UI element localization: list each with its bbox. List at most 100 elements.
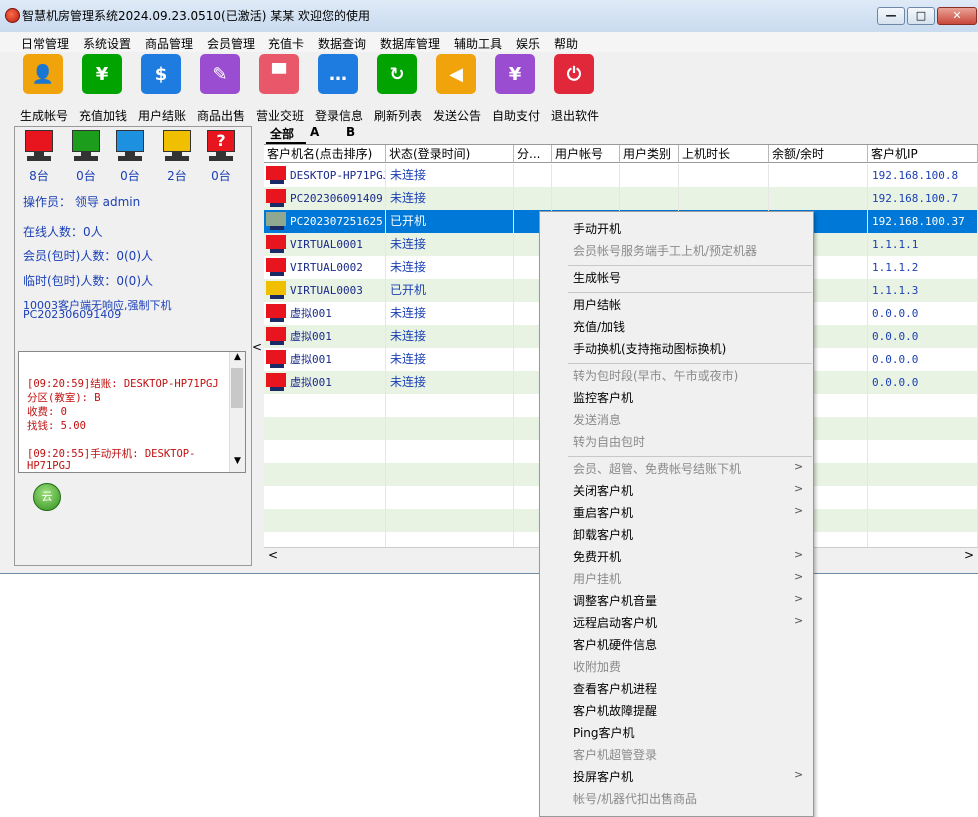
table-cell: 未连接 [386,187,514,210]
monitor-base [74,156,98,161]
menu-item[interactable]: 辅助工具 [454,35,502,52]
table-row[interactable]: DESKTOP-HP71PGJ 未连接 192.168.100.8 [264,164,978,187]
toolbar-button[interactable]: $ 用户结账 [137,52,193,124]
menu-item[interactable]: 会员管理 [207,35,255,52]
computer-base [270,387,284,391]
menu-item[interactable]: 娱乐 [516,35,540,52]
context-menu-item[interactable]: 监控客户机 [573,389,633,406]
toolbar-button[interactable]: ↻ 刷新列表 [373,52,429,124]
table-cell: PC202307251625 [264,210,386,233]
client-status: 未连接 [390,306,427,320]
computer-icon [266,258,286,277]
online-count: 在线人数：0人 [23,225,103,239]
scroll-right-icon[interactable]: > [964,548,974,562]
scroll-up-icon[interactable]: ▲ [230,352,245,366]
minimize-button[interactable]: — [877,7,905,25]
table-cell [514,187,552,210]
column-header[interactable]: 上机时长 [679,145,769,163]
toolbar-button[interactable]: ¥ 充值加钱 [78,52,134,124]
log-scrollbar[interactable]: ▲ ▼ [229,352,245,472]
scroll-left-icon[interactable]: < [268,548,278,562]
context-menu-item[interactable]: 生成帐号 [573,269,621,286]
menu-item[interactable]: 日常管理 [21,35,69,52]
refresh-icon: ↻ [377,54,417,94]
context-menu-item[interactable]: 关闭客户机 [573,482,633,499]
menu-item[interactable]: 数据库管理 [380,35,440,52]
context-menu-item[interactable]: 投屏客户机 [573,768,633,785]
menu-item[interactable]: 数据查询 [318,35,366,52]
toolbar-button[interactable]: … 登录信息 [314,52,370,124]
table-cell: 未连接 [386,256,514,279]
client-ip: 192.168.100.37 [872,215,965,228]
context-menu-item[interactable]: 充值/加钱 [573,318,625,335]
context-menu-item[interactable]: 手动开机 [573,220,621,237]
column-header[interactable]: 状态(登录时间) [386,145,514,163]
context-menu-item[interactable]: 卸载客户机 [573,526,633,543]
client-name: PC202307251625 [290,215,383,228]
context-menu-item[interactable]: Ping客户机 [573,724,635,741]
column-header[interactable]: 客户机IP [868,145,978,163]
tab-2[interactable]: A [310,125,319,139]
toolbar-button[interactable]: ▀ 营业交班 [255,52,311,124]
context-menu-item[interactable]: 客户机硬件信息 [573,636,657,653]
table-cell: 未连接 [386,348,514,371]
table-cell [386,486,514,509]
menu-separator [568,456,812,457]
collapse-panel-button[interactable]: < [252,340,262,354]
tab-3[interactable]: B [346,125,355,139]
computer-base [270,226,284,230]
client-status: 未连接 [390,375,427,389]
table-cell: PC202306091409 [264,187,386,210]
log-line: 找钱: 5.00 [27,420,86,432]
menu-item[interactable]: 充值卡 [268,35,304,52]
chat-icon: … [318,54,358,94]
column-header[interactable]: 余额/余时 [769,145,868,163]
table-cell: 0.0.0.0 [868,348,978,371]
menu-item[interactable]: 商品管理 [145,35,193,52]
context-menu-item[interactable]: 查看客户机进程 [573,680,657,697]
client-status: 未连接 [390,168,427,182]
log-line: [09:20:59]结账: DESKTOP-HP71PGJ [27,378,219,390]
context-menu-item[interactable]: 客户机故障提醒 [573,702,657,719]
table-cell [264,440,386,463]
submenu-arrow-icon: > [794,460,804,473]
computer-base [270,341,284,345]
monitor-base [27,156,51,161]
table-cell: 192.168.100.37 [868,210,978,233]
table-cell [386,509,514,532]
tab-1[interactable]: 全部 [270,125,294,142]
toolbar-button[interactable]: ⏻ 退出软件 [550,52,606,124]
client-ip: 1.1.1.2 [872,261,919,274]
context-menu-item[interactable]: 免费开机 [573,548,621,565]
table-cell: 1.1.1.2 [868,256,978,279]
toolbar-button[interactable]: ✎ 商品出售 [196,52,252,124]
column-header[interactable]: 用户类别 [620,145,679,163]
context-menu-item[interactable]: 手动换机(支持拖动图标换机) [573,340,726,357]
table-cell: 虚拟001 [264,325,386,348]
column-header[interactable]: 客户机名(点击排序) [264,145,386,163]
close-button[interactable]: ✕ [937,7,977,25]
context-menu-item[interactable]: 远程启动客户机 [573,614,657,631]
context-menu-item[interactable]: 重启客户机 [573,504,633,521]
toolbar-button[interactable]: 👤 生成帐号 [19,52,75,124]
status-monitor-icon [25,130,53,164]
menu-item[interactable]: 帮助 [554,35,578,52]
table-cell: VIRTUAL0001 [264,233,386,256]
column-header[interactable]: 用户帐号 [552,145,620,163]
context-menu-item[interactable]: 调整客户机音量 [573,592,657,609]
submenu-arrow-icon: > [794,570,804,583]
toolbar-button[interactable]: ¥ 自助支付 [491,52,547,124]
status-count: 0台 [211,169,231,183]
log-scroll-thumb[interactable] [231,368,243,408]
cloud-icon[interactable]: 云 [33,483,61,511]
event-log[interactable]: [09:20:59]结账: DESKTOP-HP71PGJ 分区(教室): B … [18,351,246,473]
column-header[interactable]: 分... [514,145,552,163]
computer-icon [266,327,286,346]
scroll-down-icon[interactable]: ▼ [230,456,245,470]
context-menu-item[interactable]: 用户结帐 [573,296,621,313]
toolbar-label: 退出软件 [550,109,599,123]
toolbar-button[interactable]: ◀ 发送公告 [432,52,488,124]
menu-item[interactable]: 系统设置 [83,35,131,52]
maximize-button[interactable]: □ [907,7,935,25]
table-row[interactable]: PC202306091409 未连接 192.168.100.7 [264,187,978,210]
